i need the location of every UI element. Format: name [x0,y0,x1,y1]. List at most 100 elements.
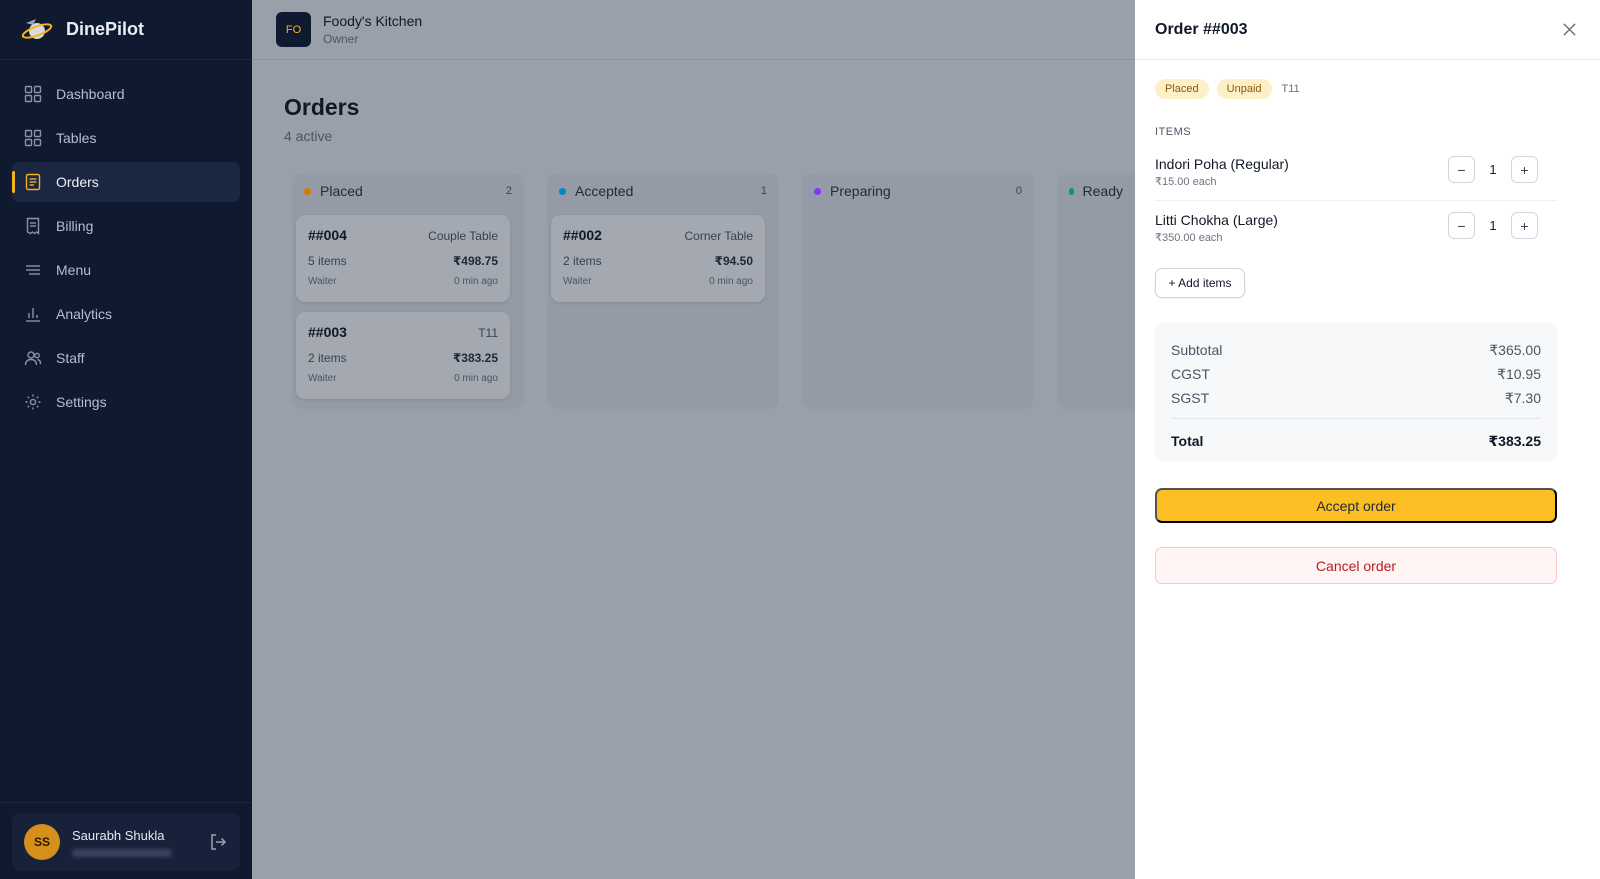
add-items-button[interactable]: + Add items [1155,268,1245,298]
planet-logo-icon [21,18,53,39]
sidebar-item-tables[interactable]: Tables [12,118,240,158]
card-row: Waiter 0 min ago [563,276,753,287]
order-items-count: 2 items [308,351,347,365]
order-items-count: 2 items [563,254,602,268]
column-title: Preparing [830,183,891,199]
order-table: Couple Table [428,229,498,243]
status-dot [814,187,821,195]
receipt-icon [24,217,42,235]
avatar[interactable]: SS [24,824,60,860]
org-badge[interactable]: FO [276,12,311,47]
drawer-header: Order ##003 [1135,0,1600,60]
order-time: 0 min ago [454,373,498,384]
table-label: T11 [1281,83,1300,95]
column-count: 2 [505,185,512,197]
sidebar-item-label: Analytics [56,306,113,322]
order-by: Waiter [308,276,337,287]
subtotal-label: Subtotal [1171,342,1223,358]
order-price: ₹94.50 [714,254,753,268]
sgst-label: SGST [1171,390,1210,406]
user-info: Saurabh Shukla [72,828,208,857]
order-price: ₹383.25 [452,351,498,365]
card-row: ##002 Corner Table [563,227,753,243]
order-card-003[interactable]: ##003 T11 2 items ₹383.25 Waiter 0 min a… [296,312,510,399]
topbar: FO Foody's Kitchen Owner [252,0,1135,60]
payment-badge: Unpaid [1216,79,1272,99]
order-detail-drawer: Order ##003 Placed Unpaid T11 ITEMS Indo… [1135,0,1600,879]
item-name: Indori Poha (Regular) [1155,156,1289,172]
card-row: 2 items ₹383.25 [308,351,498,365]
sgst-row: SGST ₹7.30 [1171,386,1541,410]
sidebar-item-billing[interactable]: Billing [12,206,240,246]
item-quantity: 1 [1489,218,1497,233]
sidebar-item-settings[interactable]: Settings [12,382,240,422]
column-count: 1 [760,185,767,197]
sidebar-item-label: Staff [56,350,85,366]
accept-order-button[interactable]: Accept order [1155,488,1557,523]
cgst-label: CGST [1171,366,1210,382]
close-icon[interactable] [1558,19,1580,41]
user-card: SS Saurabh Shukla [12,813,240,871]
user-name: Saurabh Shukla [72,827,165,843]
sidebar-item-menu[interactable]: Menu [12,250,240,290]
status-dot [304,187,311,195]
sgst-value: ₹7.30 [1504,389,1541,406]
users-icon [24,349,42,367]
sidebar-item-analytics[interactable]: Analytics [12,294,240,334]
order-id: ##002 [563,227,602,243]
clipboard-icon [24,173,42,191]
sidebar-item-dashboard[interactable]: Dashboard [12,74,240,114]
order-id: ##003 [308,324,347,340]
column-accepted: Accepted 1 ##002 Corner Table 2 items ₹9… [547,173,779,409]
card-row: 5 items ₹498.75 [308,254,498,268]
brand[interactable]: DinePilot [0,0,252,60]
card-row: Waiter 0 min ago [308,276,498,287]
sidebar-item-label: Billing [56,218,94,234]
decrement-button[interactable]: − [1448,212,1475,239]
column-title: Accepted [575,183,634,199]
quantity-stepper: − 1 + [1448,212,1538,239]
column-title: Placed [320,183,363,199]
sidebar-item-orders[interactable]: Orders [12,162,240,202]
totals-divider [1171,418,1541,419]
sidebar-item-label: Tables [56,130,97,146]
totals-panel: Subtotal ₹365.00 CGST ₹10.95 SGST ₹7.30 … [1155,322,1557,462]
org-info: Foody's Kitchen Owner [323,13,422,46]
card-row: ##003 T11 [308,324,498,340]
item-name: Litti Chokha (Large) [1155,212,1278,228]
order-card-004[interactable]: ##004 Couple Table 5 items ₹498.75 Waite… [296,215,510,302]
subtotal-row: Subtotal ₹365.00 [1171,338,1541,362]
decrement-button[interactable]: − [1448,156,1475,183]
column-count: 0 [1015,185,1022,197]
column-header: Ready [1057,173,1135,209]
sidebar-divider [0,802,252,803]
increment-button[interactable]: + [1511,156,1538,183]
item-quantity: 1 [1489,162,1497,177]
order-table: Corner Table [684,229,753,243]
sidebar-item-label: Settings [56,394,107,410]
drawer-title: Order ##003 [1155,20,1248,38]
grid-icon [24,129,42,147]
card-row: 2 items ₹94.50 [563,254,753,268]
user-email-blurred [72,848,172,857]
status-dot [1069,187,1074,195]
order-by: Waiter [308,373,337,384]
items-heading: ITEMS [1155,126,1192,138]
order-price: ₹498.75 [452,254,498,268]
sidebar: DinePilot Dashboard Tables Orders Billin… [0,0,252,879]
cancel-order-button[interactable]: Cancel order [1155,547,1557,584]
order-items-count: 5 items [308,254,347,268]
order-table: T11 [478,326,498,340]
status-dot [559,187,566,195]
order-card-002[interactable]: ##002 Corner Table 2 items ₹94.50 Waiter… [551,215,765,302]
sidebar-item-staff[interactable]: Staff [12,338,240,378]
card-row: ##004 Couple Table [308,227,498,243]
column-placed: Placed 2 ##004 Couple Table 5 items ₹498… [292,173,524,409]
item-unit-price: ₹350.00 each [1155,232,1223,244]
page-title: Orders [284,94,360,120]
logout-icon[interactable] [208,832,228,852]
column-preparing: Preparing 0 [802,173,1034,409]
total-row: Total ₹383.25 [1171,429,1541,453]
org-name: Foody's Kitchen [323,13,423,29]
increment-button[interactable]: + [1511,212,1538,239]
